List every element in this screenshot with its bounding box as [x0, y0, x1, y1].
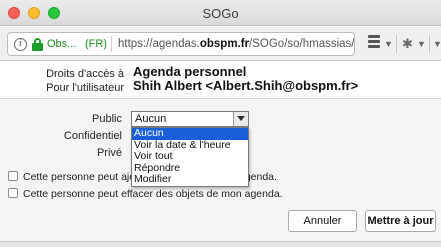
rights-label: Droits d'accès à	[46, 68, 124, 80]
cancel-button[interactable]: Annuler	[288, 210, 357, 232]
delete-permission-row[interactable]: Cette personne peut effacer des objets d…	[8, 188, 283, 200]
rights-form: Public Confidentiel Privé Aucun Aucun Vo…	[0, 98, 441, 247]
chevron-down-icon[interactable]: ▼	[384, 39, 393, 49]
calendar-name: Agenda personnel	[133, 64, 247, 79]
extension-icon[interactable]: ✱	[402, 36, 413, 52]
update-button[interactable]: Mettre à jour	[365, 210, 436, 232]
site-identity-country[interactable]: (FR)	[85, 38, 107, 50]
lock-icon[interactable]	[32, 38, 43, 51]
delete-permission-checkbox[interactable]	[8, 188, 18, 198]
public-rights-select[interactable]: Aucun	[131, 111, 249, 127]
public-rights-value: Aucun	[135, 113, 167, 125]
address-bar[interactable]: i Obs... (FR) https://agendas.obspm.fr/S…	[7, 32, 355, 56]
private-label: Privé	[96, 147, 122, 159]
url-text[interactable]: https://agendas.obspm.fr/SOGo/so/hmassia…	[118, 38, 354, 50]
public-label: Public	[92, 113, 122, 125]
option-modifier[interactable]: Modifier	[132, 174, 248, 186]
browser-window: SOGo i Obs... (FR) https://agendas.obspm…	[0, 0, 441, 247]
window-title: SOGo	[202, 6, 239, 21]
site-identity-org[interactable]: Obs...	[47, 38, 76, 50]
user-label: Pour l'utilisateur	[46, 82, 124, 94]
dialog-header: Droits d'accès à Pour l'utilisateur Agen…	[0, 62, 441, 97]
reader-view-icon[interactable]	[368, 35, 380, 53]
confidential-label: Confidentiel	[63, 130, 122, 142]
option-aucun[interactable]: Aucun	[132, 127, 248, 140]
browser-toolbar: i Obs... (FR) https://agendas.obspm.fr/S…	[0, 27, 441, 61]
info-icon[interactable]: i	[14, 38, 27, 51]
public-rights-dropdown: Aucun Voir la date & l'heure Voir tout R…	[131, 127, 249, 187]
chevron-down-icon[interactable]: ▼	[417, 39, 426, 49]
toolbar-divider	[396, 35, 397, 53]
toolbar-divider	[429, 35, 430, 53]
url-divider	[111, 36, 112, 52]
delete-permission-label: Cette personne peut effacer des objets d…	[23, 188, 283, 200]
title-bar: SOGo	[0, 0, 441, 26]
chevron-down-icon[interactable]	[233, 112, 248, 126]
user-identity: Shih Albert <Albert.Shih@obspm.fr>	[133, 78, 359, 93]
create-permission-checkbox[interactable]	[8, 171, 18, 181]
status-bar	[0, 241, 441, 247]
chevron-down-icon[interactable]: ▼	[433, 39, 441, 49]
